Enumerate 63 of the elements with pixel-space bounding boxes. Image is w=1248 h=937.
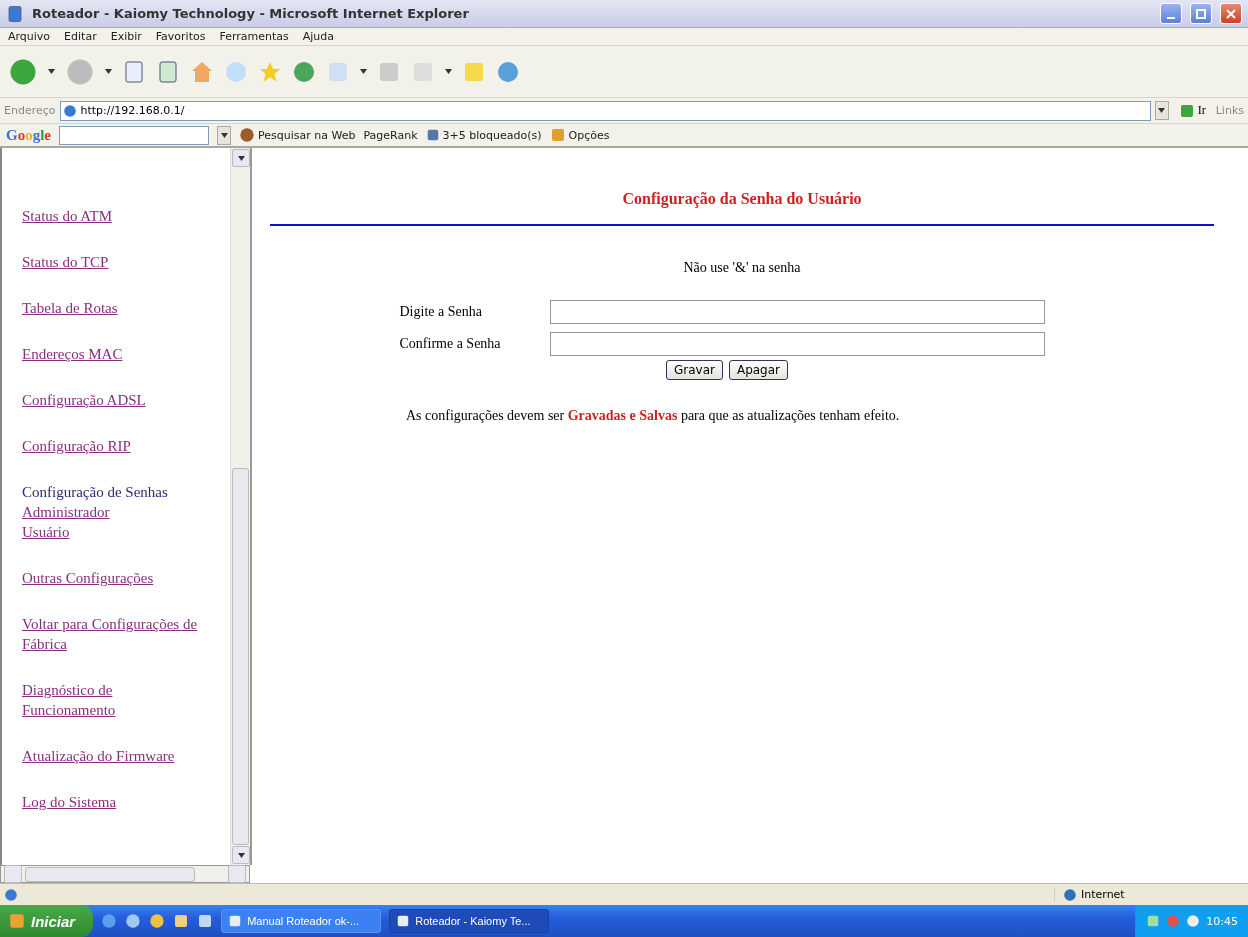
form-button[interactable]: Gravar: [665, 360, 723, 380]
password-field[interactable]: [549, 300, 1045, 324]
password-field[interactable]: [549, 332, 1045, 356]
caret-icon[interactable]: [220, 132, 228, 138]
taskbar-button[interactable]: Roteador - Kaiomy Te...: [389, 909, 550, 933]
security-zone: Internet: [1054, 887, 1244, 902]
sidebar-link[interactable]: Administrador: [22, 502, 110, 522]
menu-item[interactable]: Favoritos: [155, 30, 206, 43]
sidebar-link[interactable]: Usuário: [22, 522, 70, 542]
caret-icon[interactable]: [445, 69, 452, 74]
dropdown-button[interactable]: [217, 125, 231, 145]
sidebar-link[interactable]: Diagnóstico de Funcionamento: [22, 680, 198, 720]
minimize-icon: [1167, 16, 1175, 19]
sidebar-link[interactable]: Configuração RIP: [22, 436, 198, 456]
sidebar-link[interactable]: Status do TCP: [22, 252, 198, 272]
horizontal-scrollbar[interactable]: [0, 865, 250, 883]
dropdown-button[interactable]: [1154, 101, 1169, 120]
caret-icon[interactable]: [237, 852, 245, 858]
field-label: Confirme a Senha: [399, 336, 502, 352]
field-label: Digite a Senha: [399, 304, 483, 320]
menu-item[interactable]: Exibir: [110, 30, 142, 43]
caret-icon[interactable]: [1158, 108, 1166, 113]
maximize-icon: [1196, 8, 1206, 19]
sidebar-link[interactable]: Tabela de Rotas: [22, 298, 198, 318]
google-logo: Google: [6, 126, 51, 144]
sidebar-link[interactable]: Voltar para Configurações de Fábrica: [22, 614, 198, 654]
clock: 10:45: [1206, 914, 1238, 928]
address-field[interactable]: http://192.168.0.1/: [59, 100, 1151, 121]
options-button[interactable]: Opções: [549, 127, 610, 143]
address-label: Endereço: [4, 104, 56, 117]
sidebar-link[interactable]: Endereços MAC: [22, 344, 198, 364]
popup-blocker-button[interactable]: 3+5 bloqueado(s): [425, 128, 542, 142]
password-note: Não use '&' na senha: [683, 260, 801, 276]
sidebar-link[interactable]: Outras Configurações: [22, 568, 198, 588]
form-button[interactable]: Apagar: [728, 360, 789, 380]
caret-icon[interactable]: [237, 155, 245, 161]
menu-item[interactable]: Ajuda: [302, 30, 335, 43]
taskbar-button[interactable]: Manual Roteador ok-...: [221, 909, 382, 933]
menu-item[interactable]: Arquivo: [8, 30, 51, 43]
maximize-button[interactable]: [1190, 3, 1212, 24]
footer-note: As configurações devem ser Gravadas e Salvas para que as atualizações tenham efeito.: [406, 408, 900, 424]
pagerank-indicator: PageRank: [363, 128, 418, 142]
page-heading: Configuração da Senha do Usuário: [622, 190, 862, 208]
caret-icon[interactable]: [360, 69, 367, 74]
window-title: Roteador - Kaiomy Technology - Microsoft Internet Explorer: [32, 6, 470, 21]
home-icon[interactable]: [190, 59, 214, 84]
caret-icon[interactable]: [105, 69, 112, 74]
menu-item[interactable]: Editar: [64, 30, 97, 43]
search-field[interactable]: [59, 125, 209, 145]
minimize-button[interactable]: [1160, 3, 1182, 24]
sidebar-link[interactable]: Log do Sistema: [22, 792, 198, 812]
web-search-button[interactable]: Pesquisar na Web: [239, 127, 356, 143]
menu-item[interactable]: Ferramentas: [219, 30, 289, 43]
sidebar-link[interactable]: Atualização do Firmware: [22, 746, 198, 766]
scrollbar[interactable]: [230, 148, 250, 865]
start-button[interactable]: Iniciar: [0, 905, 94, 937]
sidebar-link[interactable]: Configuração ADSL: [22, 390, 198, 410]
sidebar-link[interactable]: Status do ATM: [22, 206, 198, 226]
go-button[interactable]: Ir: [1172, 102, 1212, 119]
sidebar-heading: Configuração de Senhas: [22, 483, 168, 502]
close-button[interactable]: [1220, 3, 1242, 24]
caret-icon[interactable]: [48, 69, 55, 74]
close-icon: [1226, 8, 1236, 19]
